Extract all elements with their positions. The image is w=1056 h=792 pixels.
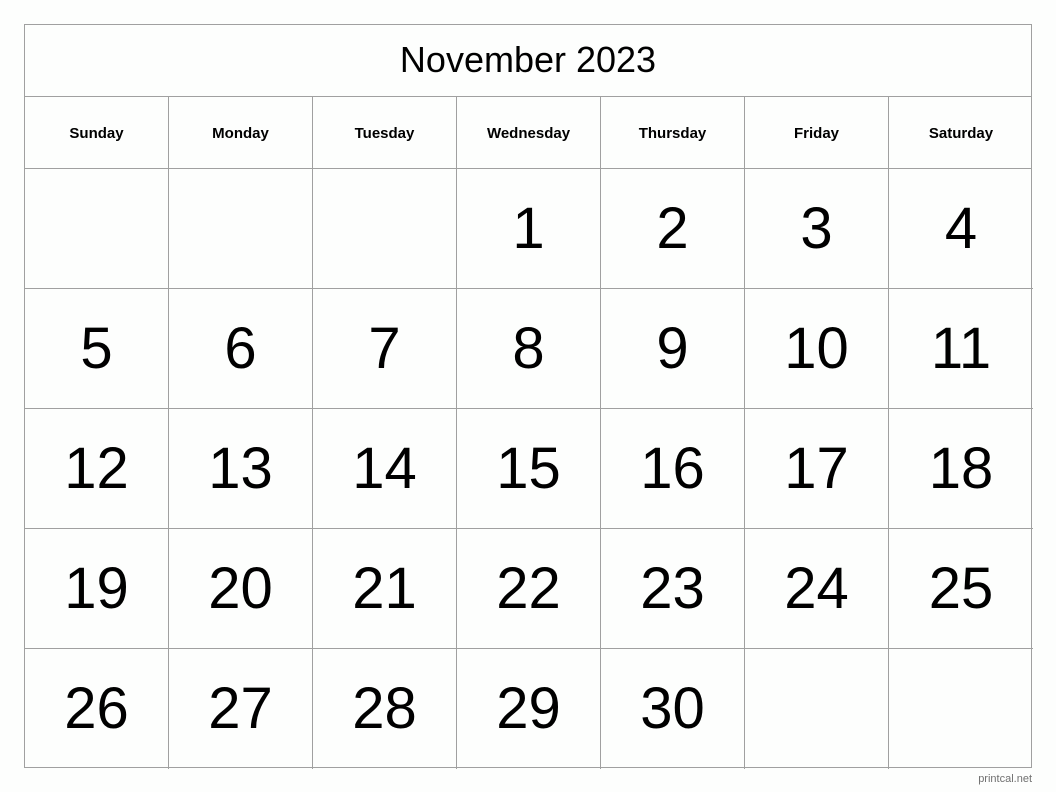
weekday-sunday: Sunday xyxy=(25,97,169,168)
weekday-header-row: Sunday Monday Tuesday Wednesday Thursday… xyxy=(25,97,1031,169)
day-cell xyxy=(25,169,169,289)
watermark: printcal.net xyxy=(978,773,1032,785)
weekday-thursday: Thursday xyxy=(601,97,745,168)
day-cell: 24 xyxy=(745,529,889,649)
day-cell: 9 xyxy=(601,289,745,409)
weekday-saturday: Saturday xyxy=(928,125,994,142)
weekday-monday: Monday xyxy=(169,97,313,168)
day-cell: 2 xyxy=(601,169,745,289)
weekday-tuesday: Tuesday xyxy=(313,97,457,168)
day-cell: 6 xyxy=(169,289,313,409)
day-cell: 25 xyxy=(889,529,1033,649)
day-cell: 21 xyxy=(313,529,457,649)
day-cell: 17 xyxy=(745,409,889,529)
day-cell xyxy=(169,169,313,289)
day-cell: 28 xyxy=(313,649,457,769)
day-cell: 15 xyxy=(457,409,601,529)
day-cell: 22 xyxy=(457,529,601,649)
day-cell xyxy=(313,169,457,289)
day-cell: 23 xyxy=(601,529,745,649)
day-cell: 3 xyxy=(745,169,889,289)
day-cell: 29 xyxy=(457,649,601,769)
day-cell: 14 xyxy=(313,409,457,529)
day-cell: 19 xyxy=(25,529,169,649)
day-cell: 10 xyxy=(745,289,889,409)
weekday-wednesday: Wednesday xyxy=(457,97,601,168)
day-cell: 26 xyxy=(25,649,169,769)
calendar: November 2023 Sunday Monday Tuesday Wedn… xyxy=(24,24,1033,769)
day-cell: 20 xyxy=(169,529,313,649)
day-grid: 1 2 3 4 5 6 7 8 9 10 11 12 13 14 15 16 1… xyxy=(25,169,1033,769)
weekday-friday: Friday xyxy=(745,97,889,168)
day-cell: 5 xyxy=(25,289,169,409)
day-cell: 30 xyxy=(601,649,745,769)
day-cell: 1 xyxy=(457,169,601,289)
day-cell: 11 xyxy=(889,289,1033,409)
day-cell: 18 xyxy=(889,409,1033,529)
day-cell: 12 xyxy=(25,409,169,529)
day-cell: 7 xyxy=(313,289,457,409)
day-cell: 8 xyxy=(457,289,601,409)
day-cell: 13 xyxy=(169,409,313,529)
day-cell: 16 xyxy=(601,409,745,529)
day-cell xyxy=(889,649,1033,769)
day-cell xyxy=(745,649,889,769)
day-cell: 27 xyxy=(169,649,313,769)
day-cell: 4 xyxy=(889,169,1033,289)
calendar-title: November 2023 xyxy=(25,25,1031,97)
